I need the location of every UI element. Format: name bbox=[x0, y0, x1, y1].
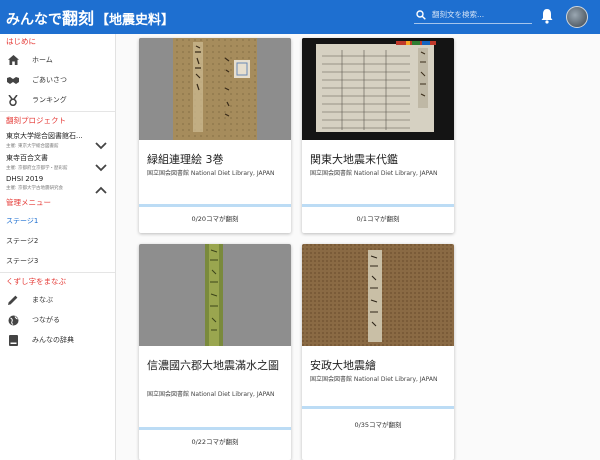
card-thumbnail[interactable] bbox=[302, 38, 454, 140]
card-source: 国立国会図書館 National Diet Library, JAPAN bbox=[310, 376, 438, 383]
nav-item-greeting[interactable]: ごあいさつ bbox=[0, 70, 115, 90]
nav-label-ranking: ランキング bbox=[32, 96, 67, 104]
bell-icon[interactable] bbox=[540, 8, 554, 24]
search-icon[interactable] bbox=[414, 8, 428, 22]
handshake-icon bbox=[7, 74, 19, 86]
card-thumbnail[interactable] bbox=[139, 38, 291, 140]
search-box bbox=[414, 6, 532, 24]
card-title[interactable]: 信濃國六郡大地震滿水之圖 bbox=[147, 358, 285, 373]
project-title: 東寺百合文書 bbox=[6, 154, 48, 162]
divider bbox=[0, 272, 115, 273]
project-title: 東京大学総合図書館石... bbox=[6, 132, 83, 140]
home-icon bbox=[7, 54, 19, 66]
nav-label-learn: まなぶ bbox=[32, 296, 53, 304]
progress-bar bbox=[302, 406, 454, 409]
card-progress-text: 0/1コマが翻刻 bbox=[356, 215, 400, 223]
material-card[interactable]: 信濃國六郡大地震滿水之圖 国立国会図書館 National Diet Libra… bbox=[139, 244, 291, 460]
nav-item-ranking[interactable]: ランキング bbox=[0, 90, 115, 110]
card-source: 国立国会図書館 National Diet Library, JAPAN bbox=[147, 170, 275, 177]
logo-text-1: みんなで bbox=[6, 12, 62, 28]
project-item-tokyo-univ[interactable]: 東京大学総合図書館石... 主催: 東京大学総合図書館 bbox=[0, 129, 115, 151]
site-logo[interactable]: みんなで 翻刻 【地震史料】 bbox=[6, 5, 174, 29]
card-source: 国立国会図書館 National Diet Library, JAPAN bbox=[147, 391, 275, 398]
card-progress-text: 0/22コマが翻刻 bbox=[191, 438, 239, 446]
section-title-projects: 翻刻プロジェクト bbox=[6, 116, 66, 125]
card-progress-text: 0/20コマが翻刻 bbox=[191, 215, 239, 223]
nav-label-greeting: ごあいさつ bbox=[32, 76, 67, 84]
stage-item-3[interactable]: ステージ3 bbox=[0, 251, 115, 271]
material-card[interactable]: 緑組連理絵 3巻 国立国会図書館 National Diet Library, … bbox=[139, 38, 291, 233]
material-card[interactable]: 安政大地震繪 国立国会図書館 National Diet Library, JA… bbox=[302, 244, 454, 460]
globe-icon bbox=[7, 314, 19, 326]
divider bbox=[0, 111, 115, 112]
nav-label-connect: つながる bbox=[32, 316, 60, 324]
material-card[interactable]: 関東大地震末代鑑 国立国会図書館 National Diet Library, … bbox=[302, 38, 454, 233]
card-thumbnail[interactable] bbox=[139, 244, 291, 346]
nav-item-home[interactable]: ホーム bbox=[0, 50, 115, 70]
pencil-icon bbox=[7, 294, 19, 306]
nav-item-dictionary[interactable]: みんなの辞典 bbox=[0, 330, 115, 350]
card-title[interactable]: 関東大地震末代鑑 bbox=[310, 152, 448, 167]
project-item-dhsi[interactable]: DHSI 2019 主催: 京都大学古地震研究会 bbox=[0, 173, 115, 195]
card-title[interactable]: 安政大地震繪 bbox=[310, 358, 448, 373]
medal-icon bbox=[7, 94, 19, 106]
search-input[interactable] bbox=[432, 10, 528, 19]
avatar[interactable] bbox=[566, 6, 588, 28]
app-bar: みんなで 翻刻 【地震史料】 bbox=[0, 0, 600, 34]
card-title[interactable]: 緑組連理絵 3巻 bbox=[147, 152, 285, 167]
book-icon bbox=[7, 334, 19, 346]
card-source: 国立国会図書館 National Diet Library, JAPAN bbox=[310, 170, 438, 177]
stage-item-2[interactable]: ステージ2 bbox=[0, 231, 115, 251]
section-title-learn: くずし字をまなぶ bbox=[6, 277, 66, 286]
nav-label-home: ホーム bbox=[32, 56, 53, 64]
nav-item-connect[interactable]: つながる bbox=[0, 310, 115, 330]
project-item-toji[interactable]: 東寺百合文書 主催: 京都府立京都学・歴彩館 bbox=[0, 151, 115, 173]
logo-text-4: 【地震史料】 bbox=[96, 13, 175, 28]
nav-item-learn[interactable]: まなぶ bbox=[0, 290, 115, 310]
card-progress-text: 0/35コマが翻刻 bbox=[354, 421, 402, 429]
stage-item-1[interactable]: ステージ1 bbox=[0, 211, 115, 231]
chevron-up-icon[interactable] bbox=[95, 179, 107, 194]
logo-text-3: 翻刻 bbox=[62, 9, 95, 28]
card-thumbnail[interactable] bbox=[302, 244, 454, 346]
nav-label-dictionary: みんなの辞典 bbox=[32, 336, 74, 344]
chevron-down-icon[interactable] bbox=[95, 135, 107, 150]
project-title: DHSI 2019 bbox=[6, 175, 44, 183]
section-title-intro: はじめに bbox=[6, 37, 36, 46]
chevron-down-icon[interactable] bbox=[95, 157, 107, 172]
section-title-admin: 管理メニュー bbox=[6, 198, 51, 207]
sidebar: はじめに ホーム ごあいさつ ランキング 翻刻プロジェクト 東京大学総合図書館石… bbox=[0, 34, 116, 460]
